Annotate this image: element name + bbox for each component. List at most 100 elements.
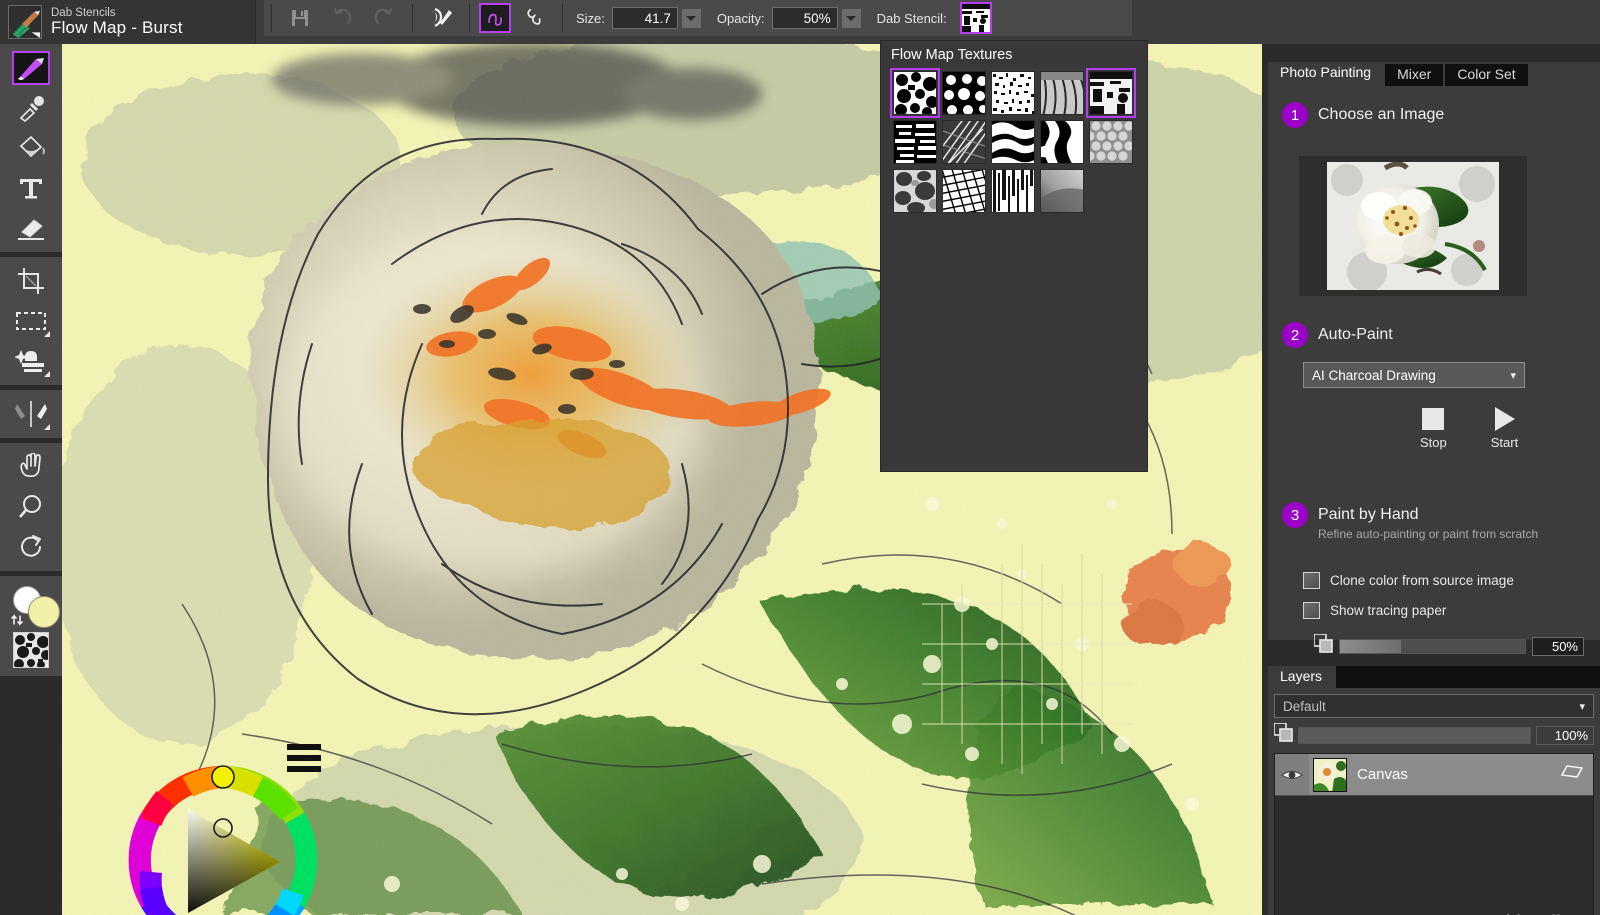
color-wheel[interactable] [125,762,321,915]
brush-variant-label: Flow Map - Burst [51,18,183,38]
source-image-frame[interactable] [1299,156,1527,296]
save-icon [292,10,308,26]
current-brush-display[interactable]: Dab Stencils Flow Map - Burst [0,0,256,44]
curved-stroke-button[interactable] [479,3,511,33]
clone-color-row[interactable]: Clone color from source image [1303,572,1514,589]
table-row[interactable]: Canvas [1275,754,1593,796]
angular-stroke-button[interactable] [515,3,553,33]
composite-method-value: Default [1283,698,1326,714]
flow-texture-7[interactable] [991,120,1035,164]
tool-rectangular-selection[interactable] [0,301,62,341]
start-button[interactable]: Start [1491,406,1518,450]
flow-texture-13[interactable] [1040,169,1084,213]
flow-texture-11[interactable] [942,169,986,213]
step-3-subtitle: Refine auto-painting or paint from scrat… [1318,527,1539,541]
flow-texture-6[interactable] [942,120,986,164]
tracing-paper-icon [1313,633,1333,658]
layer-parallelogram-icon[interactable] [1560,765,1584,784]
application-window: Dab Stencils Flow Map - Burst Size: 41.7… [0,0,1600,915]
paper-texture-icon[interactable] [13,632,49,668]
tool-group-transform [0,257,62,385]
panel-menu-icon[interactable] [287,744,321,772]
layer-thumbnail [1313,757,1347,792]
layer-opacity-value[interactable]: 100% [1536,725,1594,745]
step-2-header: 2 Auto-Paint [1282,322,1393,348]
tool-text[interactable] [0,168,62,208]
flow-texture-9[interactable] [1089,120,1133,164]
tool-hand[interactable] [0,447,62,487]
layer-visibility-toggle[interactable] [1275,754,1309,795]
eyedropper-icon [12,91,50,125]
layer-opacity-slider[interactable] [1298,726,1531,744]
flow-texture-0[interactable] [890,68,940,118]
secondary-color-swatch[interactable] [28,596,60,628]
stop-button[interactable]: Stop [1420,406,1447,450]
flow-texture-10[interactable] [893,169,937,213]
redo-button[interactable] [365,3,403,33]
tracing-opacity-slider[interactable] [1339,638,1526,654]
layer-opacity-icon [1273,722,1293,747]
property-bar: Size: 41.7 Opacity: 50% Dab Stencil: [264,0,1132,36]
right-dock: Photo Painting Mixer Color Set 1 Choose … [1262,44,1600,915]
tracing-opacity-fill [1340,639,1402,653]
eraser-icon [12,211,50,245]
auto-paint-preset-select[interactable]: AI Charcoal Drawing ▾ [1303,362,1525,388]
tool-eraser[interactable] [0,208,62,248]
clone-color-checkbox[interactable] [1303,572,1320,589]
composite-method-select[interactable]: Default ▾ [1274,694,1594,718]
auto-paint-controls: Stop Start [1420,406,1518,450]
stop-square-icon [1422,408,1445,430]
tracing-paper-checkbox[interactable] [1303,602,1320,619]
undo-button[interactable] [323,3,361,33]
chevron-down-icon: ▾ [1579,700,1585,713]
tool-group-mirror [0,390,62,438]
step-3-title: Paint by Hand [1318,506,1419,523]
auto-paint-preset-value: AI Charcoal Drawing [1312,367,1436,383]
layer-name: Canvas [1357,766,1408,783]
tab-mixer[interactable]: Mixer [1385,64,1444,86]
color-swatches[interactable] [0,582,62,632]
hue-selector [211,765,235,789]
tracing-paper-label: Show tracing paper [1330,603,1447,618]
tool-paint-bucket[interactable] [0,128,62,168]
flow-texture-5[interactable] [893,120,937,164]
top-bar: Dab Stencils Flow Map - Burst Size: 41.7… [0,0,1600,44]
tool-group-paint [0,44,62,252]
step-1-title: Choose an Image [1318,106,1445,123]
tab-photo-painting[interactable]: Photo Painting [1268,62,1384,86]
flow-texture-1[interactable] [942,71,986,115]
opacity-dropdown-arrow[interactable] [841,8,861,28]
save-button[interactable] [281,3,319,33]
tool-dropper[interactable] [0,88,62,128]
tool-clone-stamp[interactable] [0,341,62,381]
tool-flyout-corner[interactable] [44,424,50,430]
play-triangle-icon [1495,407,1516,431]
flow-texture-2[interactable] [991,71,1035,115]
opacity-input[interactable]: 50% [771,7,838,29]
tool-rotate-page[interactable] [0,527,62,567]
flow-texture-8[interactable] [1040,120,1084,164]
tool-flyout-corner[interactable] [44,371,50,377]
flow-texture-4[interactable] [1086,68,1136,118]
tab-color-set[interactable]: Color Set [1445,64,1528,86]
tracing-paper-row[interactable]: Show tracing paper [1303,602,1446,619]
tracing-opacity-value[interactable]: 50% [1532,636,1584,656]
curved-stroke-icon [488,13,502,26]
tool-brush[interactable] [0,48,62,88]
flow-texture-12[interactable] [991,169,1035,213]
size-input[interactable]: 41.7 [611,7,678,29]
dab-stencil-label: Dab Stencil: [876,10,947,26]
flow-texture-3[interactable] [1040,71,1084,115]
tool-magnifier[interactable] [0,487,62,527]
dab-stencil-swatch[interactable] [959,2,992,34]
redo-icon [374,8,392,24]
step-2-title: Auto-Paint [1318,326,1393,343]
tool-mirror-painting[interactable] [0,394,62,434]
brush-tool-button[interactable] [422,3,460,33]
layers-panel: Layers Default ▾ 100% Canvas [1268,666,1600,915]
tool-flyout-corner[interactable] [44,331,50,337]
swap-colors-icon[interactable] [10,612,26,631]
tab-layers[interactable]: Layers [1268,666,1337,688]
tool-crop[interactable] [0,261,62,301]
size-dropdown-arrow[interactable] [681,8,701,28]
